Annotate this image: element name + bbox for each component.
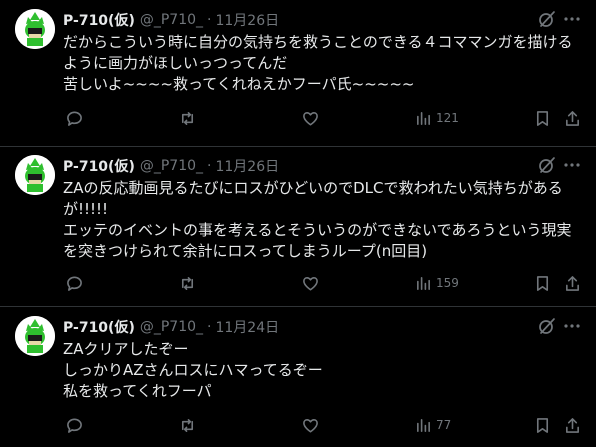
views-button[interactable]: 159: [415, 273, 459, 293]
share-icon: [566, 110, 579, 126]
tweet[interactable]: P-710(仮) @_P710_ · 11月26日 だからこういう時に自分の気持…: [0, 0, 596, 151]
tweet-header: P-710(仮) @_P710_ · 11月26日: [63, 10, 279, 30]
reply-button[interactable]: [66, 273, 83, 293]
tweet-date[interactable]: 11月26日: [215, 10, 279, 30]
grok-icon[interactable]: [538, 10, 556, 28]
share-button[interactable]: [564, 273, 581, 293]
action-bar: 77: [63, 415, 583, 435]
more-icon[interactable]: [563, 10, 581, 28]
retweet-icon: [181, 111, 194, 125]
avatar-image: [15, 155, 55, 195]
retweet-icon: [181, 418, 194, 432]
retweet-button[interactable]: [179, 415, 196, 435]
tweet[interactable]: P-710(仮) @_P710_ · 11月24日 ZAクリアしたぞー しっかり…: [0, 307, 596, 447]
share-icon: [566, 417, 579, 433]
bookmark-icon: [536, 110, 549, 126]
author-handle[interactable]: @_P710_: [140, 12, 203, 28]
tweet-text: ZAの反応動画見るたびにロスがひどいのでDLCで救われたい気持ちがある が!!!…: [63, 179, 572, 260]
like-button[interactable]: [302, 415, 319, 435]
bookmark-icon: [536, 417, 549, 433]
bookmark-button[interactable]: [534, 273, 551, 293]
more-icon[interactable]: [563, 156, 581, 174]
bookmark-button[interactable]: [534, 415, 551, 435]
views-count: 77: [436, 418, 452, 432]
views-icon: [417, 276, 430, 290]
share-icon: [566, 275, 579, 291]
avatar[interactable]: [15, 155, 55, 195]
reply-button[interactable]: [66, 108, 83, 128]
reply-icon: [67, 111, 82, 126]
like-button[interactable]: [302, 273, 319, 293]
avatar-image: [15, 316, 55, 356]
views-icon: [417, 111, 430, 125]
author-name[interactable]: P-710(仮): [63, 10, 135, 30]
reply-icon: [67, 418, 82, 433]
avatar[interactable]: [15, 316, 55, 356]
tweet-date[interactable]: 11月26日: [215, 156, 279, 176]
author-name[interactable]: P-710(仮): [63, 317, 135, 337]
views-count: 121: [436, 111, 459, 125]
reply-icon: [67, 276, 82, 291]
grok-icon[interactable]: [538, 317, 556, 335]
action-bar: 159: [63, 273, 583, 293]
action-bar: 121: [63, 108, 583, 128]
like-button[interactable]: [302, 108, 319, 128]
views-button[interactable]: 121: [415, 108, 459, 128]
tweet-header: P-710(仮) @_P710_ · 11月24日: [63, 317, 279, 337]
retweet-icon: [181, 276, 194, 290]
retweet-button[interactable]: [179, 273, 196, 293]
views-icon: [417, 418, 430, 432]
heart-icon: [303, 276, 318, 290]
tweet-header: P-710(仮) @_P710_ · 11月26日: [63, 156, 279, 176]
tweet-text: だからこういう時に自分の気持ちを救うことのできる４コママンガを描ける ように画力…: [63, 33, 573, 93]
separator: ·: [207, 12, 212, 28]
separator: ·: [207, 319, 212, 335]
author-name[interactable]: P-710(仮): [63, 156, 135, 176]
share-button[interactable]: [564, 108, 581, 128]
heart-icon: [303, 111, 318, 125]
author-handle[interactable]: @_P710_: [140, 158, 203, 174]
share-button[interactable]: [564, 415, 581, 435]
reply-button[interactable]: [66, 415, 83, 435]
views-count: 159: [436, 276, 459, 290]
tweet-date[interactable]: 11月24日: [215, 317, 279, 337]
more-icon[interactable]: [563, 317, 581, 335]
bookmark-icon: [536, 275, 549, 291]
avatar-image: [15, 9, 55, 49]
retweet-button[interactable]: [179, 108, 196, 128]
avatar[interactable]: [15, 9, 55, 49]
tweet[interactable]: P-710(仮) @_P710_ · 11月26日 ZAの反応動画見るたびにロス…: [0, 146, 596, 306]
author-handle[interactable]: @_P710_: [140, 319, 203, 335]
views-button[interactable]: 77: [415, 415, 451, 435]
separator: ·: [207, 158, 212, 174]
heart-icon: [303, 418, 318, 432]
grok-icon[interactable]: [538, 156, 556, 174]
tweet-text: ZAクリアしたぞー しっかりAZさんロスにハマってるぞー 私を救ってくれフーパ: [63, 340, 323, 400]
bookmark-button[interactable]: [534, 108, 551, 128]
